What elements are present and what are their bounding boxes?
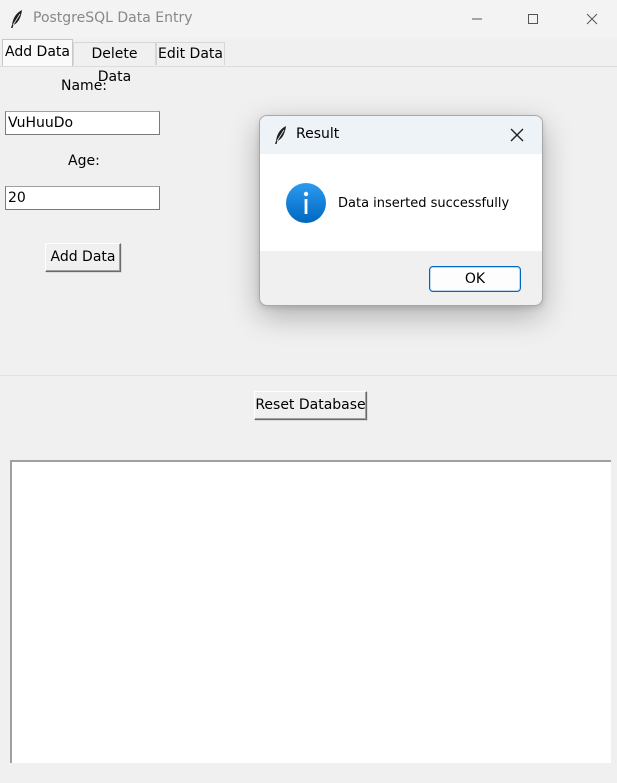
result-dialog: Result Data inserted successfully OK <box>259 115 543 306</box>
feather-icon <box>275 126 286 144</box>
tab-delete-data[interactable]: Delete Data <box>73 42 156 85</box>
dialog-body: Data inserted successfully <box>260 154 542 251</box>
tab-strip: Add Data Delete Data Edit Data <box>0 38 617 85</box>
age-input[interactable] <box>5 186 160 210</box>
tab-add-data[interactable]: Add Data <box>2 39 73 66</box>
info-icon <box>286 183 326 223</box>
name-label: Name: <box>61 78 108 94</box>
name-input[interactable] <box>5 111 160 135</box>
minimize-button[interactable] <box>454 0 500 38</box>
window-title-bar: PostgreSQL Data Entry <box>0 0 617 38</box>
tab-edit-data[interactable]: Edit Data <box>156 42 225 65</box>
ok-button[interactable]: OK <box>429 266 521 292</box>
close-icon <box>586 13 598 25</box>
feather-icon <box>11 10 22 28</box>
dialog-close-icon[interactable] <box>508 126 526 144</box>
close-button[interactable] <box>569 0 615 38</box>
maximize-button[interactable] <box>510 0 556 38</box>
minimize-icon <box>472 18 482 20</box>
window-title: PostgreSQL Data Entry <box>33 10 193 26</box>
reset-database-button[interactable]: Reset Database <box>254 391 367 420</box>
maximize-icon <box>528 14 538 24</box>
age-label: Age: <box>68 153 100 169</box>
dialog-title: Result <box>296 126 340 142</box>
add-data-button[interactable]: Add Data <box>45 243 121 272</box>
output-text-area[interactable] <box>10 460 611 763</box>
separator <box>0 375 617 376</box>
dialog-message: Data inserted successfully <box>338 196 510 211</box>
dialog-title-bar: Result <box>260 116 542 154</box>
